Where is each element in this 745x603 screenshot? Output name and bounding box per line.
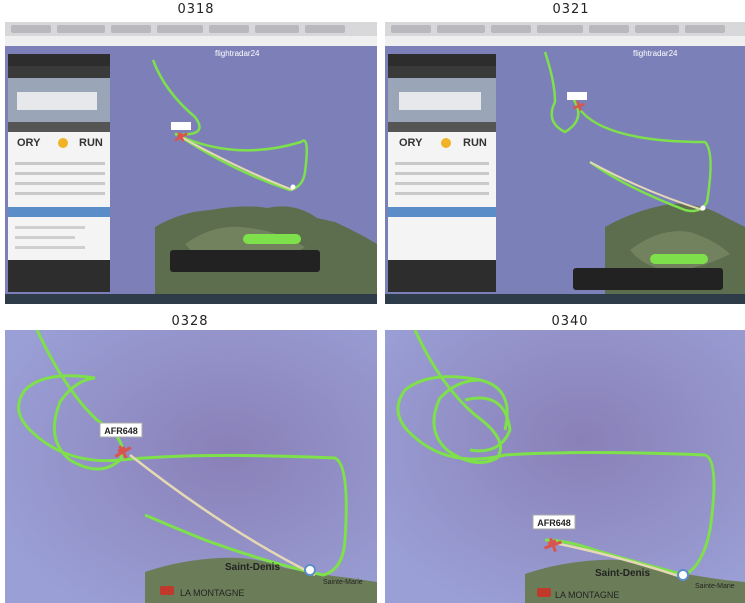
region-label-0340: LA MONTAGNE: [555, 590, 619, 600]
app-logo-0318: flightradar24: [215, 49, 260, 58]
destination-code-0321: RUN: [463, 137, 487, 149]
destination-code: RUN: [79, 137, 103, 149]
screenshot-panel-0328: AFR648 Saint-Denis Sainte-Marie LA MONTA…: [5, 330, 377, 603]
region-label-0328: LA MONTAGNE: [180, 588, 244, 598]
origin-code: ORY: [17, 137, 41, 149]
caption-0321: 0321: [552, 2, 590, 17]
callsign-label-0340: AFR648: [537, 518, 571, 528]
caption-0328: 0328: [171, 314, 209, 329]
town-label-0340: Sainte-Marie: [695, 583, 735, 590]
town-label-0328: Sainte-Marie: [323, 579, 363, 586]
screenshot-panel-0321: ORY RUN flightradar24: [385, 22, 745, 304]
caption-0340: 0340: [551, 314, 589, 329]
caption-0318: 0318: [177, 2, 215, 17]
screenshot-panel-0340: AFR648 Saint-Denis Sainte-Marie LA MONTA…: [385, 330, 745, 603]
city-label-0328: Saint-Denis: [225, 562, 280, 573]
screenshot-panel-0318: ORY RUN flightradar24: [5, 22, 377, 304]
origin-code-0321: ORY: [399, 137, 423, 149]
callsign-label-0328: AFR648: [104, 426, 138, 436]
app-logo-0321: flightradar24: [633, 49, 678, 58]
city-label-0340: Saint-Denis: [595, 568, 650, 579]
